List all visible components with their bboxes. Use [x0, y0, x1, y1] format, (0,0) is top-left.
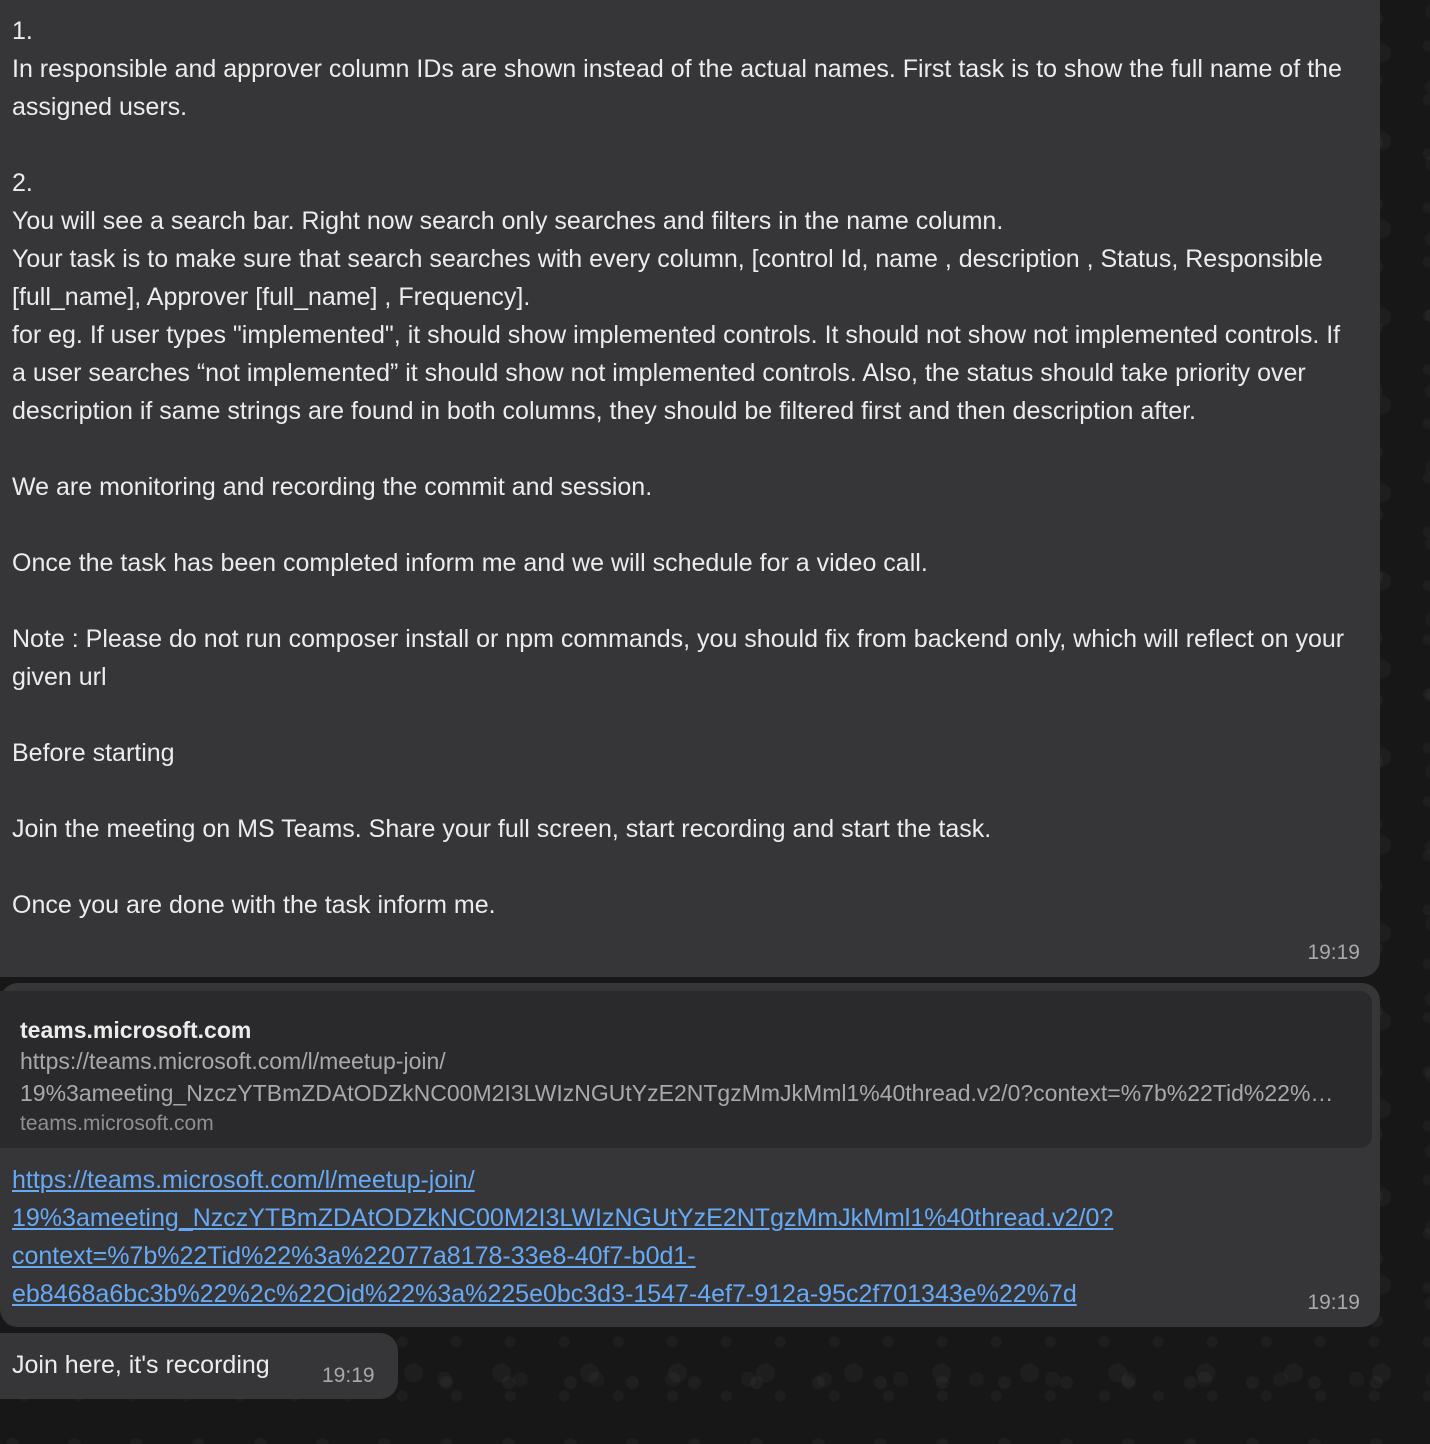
link-preview-title: teams.microsoft.com — [20, 1017, 252, 1043]
message-bubble-instructions[interactable]: 1. In responsible and approver column ID… — [0, 0, 1380, 977]
message-bubble-join[interactable]: Join here, it's recording 19:19 — [0, 1333, 398, 1399]
message-text: 1. In responsible and approver column ID… — [12, 17, 1345, 919]
link-preview-url-line-2: 19%3ameeting_NzczYTBmZDAtODZkNC00M2I3LWI… — [20, 1080, 1342, 1106]
link-preview-card[interactable]: teams.microsoft.com https://teams.micros… — [0, 991, 1372, 1148]
message-timestamp: 19:19 — [1307, 941, 1360, 964]
message-timestamp: 19:19 — [322, 1364, 375, 1387]
message-bubble-link[interactable]: teams.microsoft.com https://teams.micros… — [0, 983, 1380, 1327]
link-preview-domain: teams.microsoft.com — [20, 1112, 214, 1135]
meeting-link[interactable]: https://teams.microsoft.com/l/meetup-joi… — [12, 1161, 1282, 1313]
message-timestamp: 19:19 — [1307, 1291, 1360, 1314]
message-text: Join here, it's recording — [12, 1351, 270, 1379]
link-preview-url-line-1: https://teams.microsoft.com/l/meetup-joi… — [20, 1048, 446, 1074]
